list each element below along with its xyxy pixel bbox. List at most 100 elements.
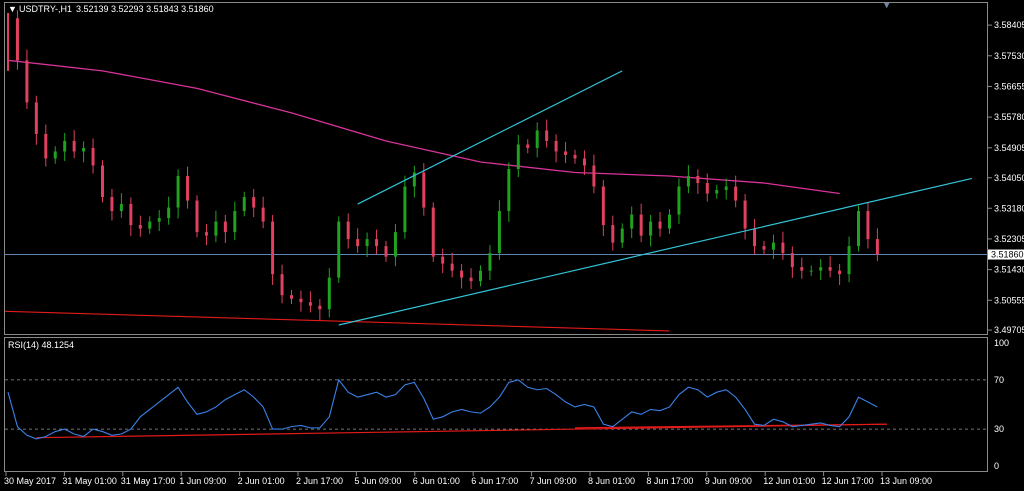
candle-bullish bbox=[157, 218, 161, 222]
rsi-label: RSI(14) 48.1254 bbox=[8, 340, 74, 350]
candle-bearish bbox=[762, 246, 766, 250]
rsi-level-label: 30 bbox=[994, 424, 1004, 434]
price-tick-label: 3.54905 bbox=[994, 143, 1024, 153]
candle-bearish bbox=[34, 102, 38, 134]
candle-bullish bbox=[337, 221, 341, 278]
candle-bearish bbox=[129, 204, 133, 226]
candle-bullish bbox=[497, 211, 501, 254]
symbol-dropdown-icon[interactable]: ▼ bbox=[8, 4, 17, 14]
candle-bearish bbox=[72, 140, 76, 152]
price-tick-label: 3.52305 bbox=[994, 234, 1024, 244]
candle-bearish bbox=[611, 225, 615, 243]
rsi-level-label: 70 bbox=[994, 375, 1004, 385]
candle-bearish bbox=[299, 298, 303, 303]
candle-bullish bbox=[847, 246, 851, 275]
candle-bullish bbox=[507, 169, 511, 212]
candle-bearish bbox=[375, 239, 379, 247]
candle-bearish bbox=[384, 246, 388, 257]
chart-background bbox=[0, 0, 1024, 491]
candle-bearish bbox=[734, 186, 738, 201]
candle-bearish bbox=[431, 207, 435, 257]
shift-marker-icon[interactable]: ▼ bbox=[884, 1, 890, 11]
candle-bullish bbox=[403, 186, 407, 233]
candle-bearish bbox=[781, 242, 785, 254]
candle-bearish bbox=[526, 144, 530, 148]
candle-bearish bbox=[308, 302, 312, 306]
candle-bearish bbox=[422, 172, 426, 208]
price-tick-label: 3.53180 bbox=[994, 203, 1024, 213]
time-tick-label: 2 Jun 01:00 bbox=[238, 476, 285, 486]
candle-bullish bbox=[479, 270, 482, 282]
candle-bullish bbox=[857, 211, 860, 247]
candle-bearish bbox=[554, 140, 558, 152]
price-tick-label: 3.51430 bbox=[994, 265, 1024, 275]
candle-bearish bbox=[450, 263, 454, 271]
price-chart[interactable]: 3.58405 3.57530 3.56655 3.55780 3.54905 3.540… bbox=[0, 0, 1024, 491]
candle-bearish bbox=[195, 200, 199, 233]
candle-bullish bbox=[242, 197, 246, 212]
candle-bearish bbox=[223, 221, 227, 233]
candle-bullish bbox=[393, 232, 397, 257]
candle-bearish bbox=[696, 176, 700, 184]
time-tick-label: 12 Jun 01:00 bbox=[763, 476, 815, 486]
candle-bullish bbox=[649, 221, 653, 236]
candle-bullish bbox=[535, 130, 539, 148]
candle-bearish bbox=[601, 186, 605, 226]
time-tick-label: 8 Jun 17:00 bbox=[646, 476, 693, 486]
candle-bearish bbox=[346, 221, 350, 240]
candle-bearish bbox=[15, 18, 19, 61]
candle-bearish bbox=[658, 221, 662, 229]
rsi-level-label: 0 bbox=[994, 461, 999, 471]
candle-bullish bbox=[516, 144, 520, 169]
candle-bullish bbox=[630, 214, 634, 229]
candle-bearish bbox=[866, 211, 870, 240]
candle-bearish bbox=[592, 165, 596, 187]
candle-bearish bbox=[800, 267, 804, 271]
price-tick-label: 3.55780 bbox=[994, 112, 1024, 122]
candle-bearish bbox=[582, 158, 586, 166]
candle-bearish bbox=[564, 151, 568, 155]
candle-bullish bbox=[488, 253, 492, 271]
time-tick-label: 6 Jun 01:00 bbox=[413, 476, 460, 486]
price-tick-label: 3.49705 bbox=[994, 325, 1024, 335]
candle-bearish bbox=[356, 239, 360, 247]
candle-bearish bbox=[743, 200, 747, 229]
candle-bearish bbox=[790, 253, 794, 268]
time-tick-label: 12 Jun 17:00 bbox=[822, 476, 874, 486]
price-tick-label: 3.58405 bbox=[994, 20, 1024, 30]
candle-bearish bbox=[110, 197, 114, 212]
price-tick-label: 3.54050 bbox=[994, 173, 1024, 183]
rsi-level-label: 100 bbox=[994, 338, 1009, 348]
candle-bullish bbox=[176, 176, 180, 208]
candle-bearish bbox=[25, 60, 29, 103]
candle-bearish bbox=[290, 295, 293, 299]
candle-bearish bbox=[44, 133, 48, 159]
time-tick-label: 31 May 01:00 bbox=[62, 476, 117, 486]
candle-bullish bbox=[167, 207, 171, 219]
candle-bearish bbox=[271, 221, 275, 275]
candle-bullish bbox=[214, 221, 218, 236]
candle-bearish bbox=[441, 256, 445, 264]
candle-bearish bbox=[875, 239, 879, 255]
candle-bullish bbox=[724, 186, 728, 191]
candle-bullish bbox=[668, 214, 671, 229]
candle-bullish bbox=[771, 242, 775, 250]
time-tick-label: 2 Jun 17:00 bbox=[296, 476, 343, 486]
candle-bullish bbox=[677, 186, 681, 215]
candle-bearish bbox=[639, 214, 643, 236]
candle-bullish bbox=[715, 190, 719, 194]
candle-bearish bbox=[753, 228, 757, 247]
candle-bearish bbox=[252, 197, 256, 208]
candle-bullish bbox=[327, 277, 331, 310]
candle-bullish bbox=[819, 267, 823, 271]
candle-bearish bbox=[469, 277, 473, 282]
time-tick-label: 13 Jun 09:00 bbox=[880, 476, 932, 486]
candle-bullish bbox=[82, 147, 86, 152]
candle-bullish bbox=[148, 221, 152, 229]
candle-bullish bbox=[53, 151, 57, 159]
candle-bearish bbox=[545, 130, 549, 141]
candle-bearish bbox=[138, 225, 142, 229]
current-price-label: 3.51860 bbox=[991, 250, 1024, 260]
time-tick-label: 31 May 17:00 bbox=[121, 476, 176, 486]
candle-bullish bbox=[119, 204, 123, 212]
